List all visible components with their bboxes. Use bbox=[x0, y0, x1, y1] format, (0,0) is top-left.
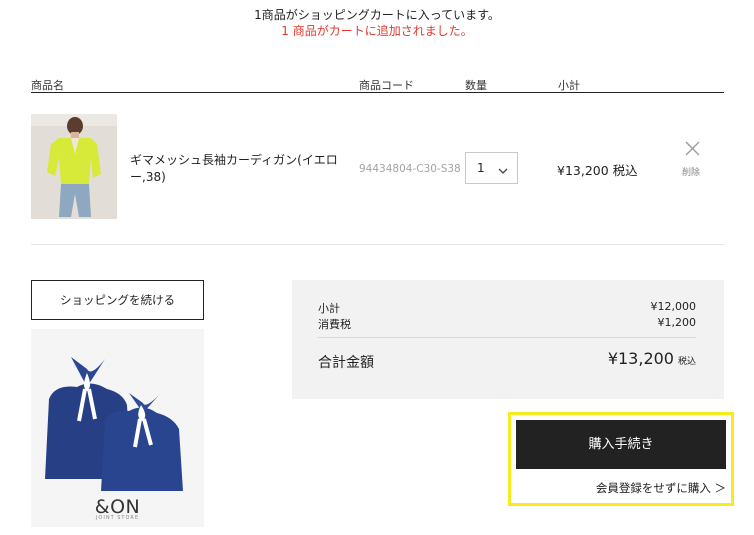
summary-total-tax-note: 税込 bbox=[677, 357, 696, 367]
guest-checkout-link[interactable]: 会員登録をせずに購入 ＞ bbox=[516, 480, 726, 496]
summary-total-value: ¥13,200 税込 bbox=[608, 349, 696, 368]
cart-count-message: 1商品がショッピングカートに入っています。 bbox=[254, 8, 500, 22]
header-product-code: 商品コード bbox=[359, 79, 414, 92]
summary-tax-value: ¥1,200 bbox=[657, 316, 697, 329]
product-name-link[interactable]: ギマメッシュ長袖カーディガン(イエロー,38) bbox=[130, 152, 345, 186]
quantity-value: 1 bbox=[477, 161, 485, 175]
row-divider bbox=[31, 244, 724, 245]
order-summary: 小計 ¥12,000 消費税 ¥1,200 合計金額 ¥13,200 税込 bbox=[292, 280, 724, 399]
close-icon[interactable] bbox=[684, 140, 701, 161]
brand-logo-subtitle: JOINT STORE bbox=[95, 515, 140, 521]
chevron-down-icon bbox=[498, 164, 508, 178]
summary-total-label: 合計金額 bbox=[318, 355, 374, 371]
summary-divider bbox=[318, 337, 696, 338]
product-code: 94434804-C30-S38 bbox=[359, 163, 461, 175]
summary-subtotal-value: ¥12,000 bbox=[650, 300, 697, 313]
summary-tax-label: 消費税 bbox=[318, 318, 351, 331]
summary-subtotal-label: 小計 bbox=[318, 302, 340, 315]
continue-shopping-button[interactable]: ショッピングを続ける bbox=[31, 280, 204, 320]
item-price: ¥13,200 税込 bbox=[557, 163, 638, 178]
header-product-name: 商品名 bbox=[31, 79, 64, 92]
added-to-cart-message: 1 商品がカートに追加されました。 bbox=[281, 24, 473, 38]
summary-total-amount: ¥13,200 bbox=[607, 349, 674, 368]
checkout-button[interactable]: 購入手続き bbox=[516, 420, 726, 469]
header-divider bbox=[31, 92, 724, 93]
header-quantity: 数量 bbox=[465, 79, 487, 92]
delete-item-button[interactable]: 削除 bbox=[682, 165, 700, 178]
header-subtotal: 小計 bbox=[558, 79, 580, 92]
gift-wrapping-banner[interactable]: &ON JOINT STORE bbox=[31, 329, 204, 527]
quantity-select[interactable]: 1 bbox=[465, 152, 518, 184]
product-thumbnail[interactable] bbox=[31, 114, 117, 219]
